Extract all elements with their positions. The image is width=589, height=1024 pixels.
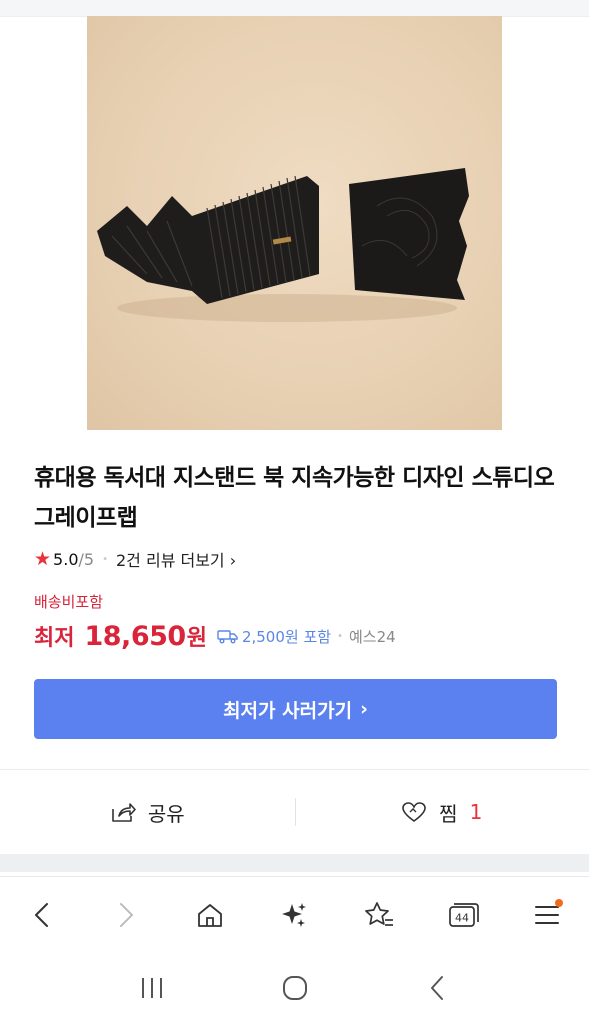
product-title: 휴대용 독서대 지스탠드 북 지속가능한 디자인 스튜디오 그레이프랩: [34, 465, 555, 531]
tabs-icon: 44: [448, 903, 479, 927]
price-row: 최저 18,650 원 2,500원 포함 • 예스24: [34, 617, 396, 655]
back-button[interactable]: [12, 885, 72, 945]
system-navigation-bar: [0, 952, 589, 1024]
home-button[interactable]: [180, 885, 240, 945]
chevron-right-icon: ›: [360, 698, 368, 720]
chevron-right-icon: ›: [229, 551, 237, 570]
system-back-button[interactable]: [408, 958, 468, 1018]
seller-name: 예스24: [348, 627, 396, 646]
browser-toolbar: 44: [0, 876, 589, 953]
bookmarks-button[interactable]: [349, 885, 409, 945]
top-strip: [0, 0, 589, 17]
product-image[interactable]: [87, 16, 502, 430]
action-divider: [295, 798, 296, 826]
ai-assist-button[interactable]: [264, 885, 324, 945]
home-circle-icon: [282, 976, 307, 1000]
star-icon: ★: [34, 548, 52, 570]
sparkle-icon: [282, 903, 307, 927]
rating-row: ★ 5.0 /5 • 2건 리뷰 더보기 ›: [34, 546, 236, 572]
rating-score: 5.0: [53, 549, 79, 569]
separator-dot: •: [337, 630, 343, 642]
forward-icon: [120, 903, 134, 927]
shipping-fee: 2,500원 포함 • 예스24: [217, 626, 396, 647]
product-photo-illustration: [97, 168, 469, 322]
wishlist-button[interactable]: 찜 1: [295, 798, 589, 827]
shipping-fee-text: 2,500원 포함: [241, 627, 332, 646]
rating-max: /5: [78, 549, 95, 569]
reviews-link-label: 2건 리뷰 더보기: [115, 551, 225, 570]
recent-apps-button[interactable]: [122, 958, 182, 1018]
separator-dot: •: [102, 553, 108, 565]
share-icon: [110, 800, 136, 824]
truck-icon: [217, 630, 238, 644]
share-label: 공유: [147, 801, 185, 826]
heart-icon: [401, 800, 427, 824]
home-icon: [198, 904, 223, 927]
wishlist-label: 찜: [439, 801, 458, 826]
share-button[interactable]: 공유: [0, 798, 295, 827]
price-unit: 원: [186, 626, 207, 651]
system-home-button[interactable]: [265, 958, 325, 1018]
recent-apps-icon: [141, 978, 162, 998]
bookmark-star-icon: [364, 902, 393, 926]
wishlist-count: 1: [469, 800, 483, 824]
forward-button[interactable]: [96, 885, 156, 945]
system-back-icon: [430, 976, 443, 1000]
price-value: 18,650: [84, 620, 186, 652]
menu-button[interactable]: [517, 885, 577, 945]
tabs-button[interactable]: 44: [433, 885, 493, 945]
price-prefix: 최저: [34, 626, 75, 651]
reviews-link[interactable]: 2건 리뷰 더보기 ›: [116, 547, 236, 571]
shipping-included-label: 배송비포함: [34, 593, 104, 611]
buy-lowest-price-button[interactable]: 최저가 사러가기 ›: [34, 679, 557, 739]
back-icon: [35, 903, 49, 927]
buy-button-label: 최저가 사러가기: [223, 699, 353, 722]
notification-dot: [554, 899, 563, 907]
section-gap: [0, 854, 589, 872]
tab-count: 44: [455, 912, 469, 925]
